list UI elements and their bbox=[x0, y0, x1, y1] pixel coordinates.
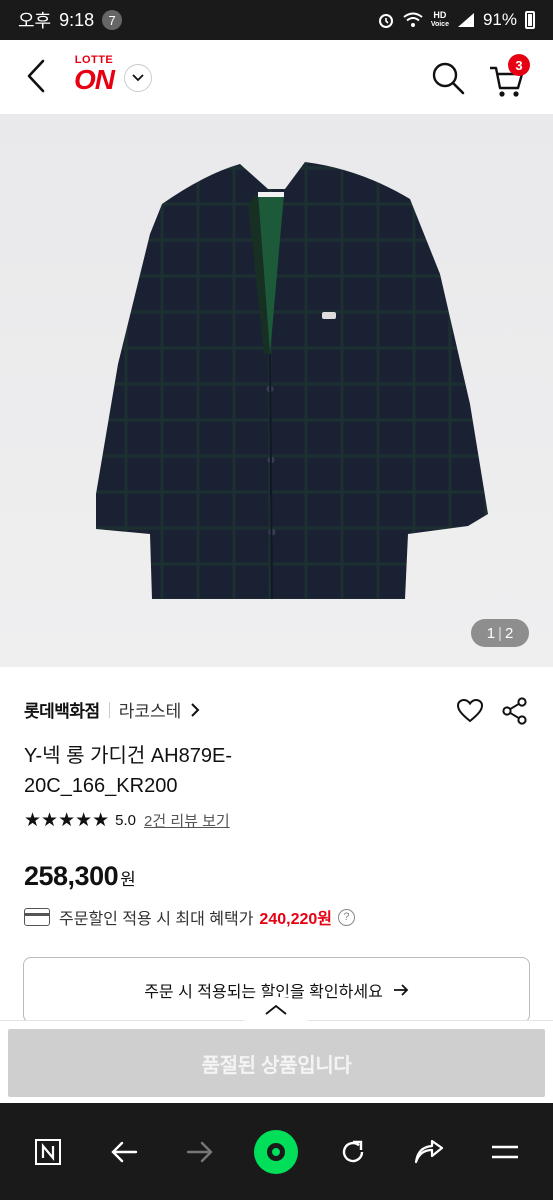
arrow-right-icon bbox=[187, 1141, 214, 1162]
cardigan-image bbox=[96, 162, 488, 600]
share-arrow-icon bbox=[414, 1139, 443, 1163]
price-row: 258,300 원 bbox=[24, 861, 136, 892]
naver-button[interactable] bbox=[26, 1130, 70, 1174]
cart-button[interactable]: 3 bbox=[488, 54, 532, 98]
lotte-on-logo[interactable]: LOTTE ON bbox=[68, 54, 120, 94]
search-icon bbox=[432, 62, 465, 95]
brand-row[interactable]: 롯데백화점 라코스테 bbox=[24, 697, 200, 722]
browser-share-button[interactable] bbox=[407, 1130, 451, 1174]
current-image-index: 1 bbox=[486, 624, 496, 642]
refresh-button[interactable] bbox=[331, 1130, 375, 1174]
signal-icon bbox=[457, 13, 474, 27]
battery-percent: 91% bbox=[482, 10, 517, 29]
image-page-indicator: 1 | 2 bbox=[471, 619, 529, 647]
arrow-left-icon bbox=[111, 1141, 138, 1162]
green-dot-icon bbox=[254, 1129, 299, 1174]
benefit-label: 주문할인 적용 시 최대 혜택가 bbox=[59, 911, 254, 928]
menu-button[interactable] bbox=[483, 1130, 527, 1174]
volte-indicator: HD Voice bbox=[430, 10, 449, 29]
back-button[interactable] bbox=[18, 58, 54, 94]
chevron-down-icon bbox=[132, 74, 144, 82]
hamburger-icon bbox=[491, 1145, 518, 1158]
wishlist-button[interactable] bbox=[456, 697, 484, 725]
wifi-icon bbox=[403, 12, 423, 27]
brand-divider bbox=[108, 701, 110, 718]
benefit-row: 주문할인 적용 시 최대 혜택가 240,220원 ? bbox=[24, 905, 355, 929]
rating-value: 5.0 bbox=[115, 812, 137, 829]
heart-icon bbox=[456, 698, 484, 723]
share-icon bbox=[502, 697, 527, 725]
browser-forward-button[interactable] bbox=[178, 1130, 222, 1174]
search-button[interactable] bbox=[430, 60, 466, 96]
brand-link[interactable]: 라코스테 bbox=[119, 697, 182, 722]
product-price: 258,300 bbox=[24, 861, 119, 891]
arrow-right-icon bbox=[393, 984, 409, 996]
chevron-up-icon bbox=[265, 1005, 287, 1015]
price-currency: 원 bbox=[120, 870, 136, 889]
star-rating-icon: ★★★★★ bbox=[24, 810, 110, 831]
chevron-right-icon bbox=[191, 702, 200, 717]
total-image-count: 2 bbox=[504, 624, 514, 642]
browser-home-button[interactable] bbox=[254, 1129, 299, 1174]
status-bar: 오후 9:18 7 HD Voice 91% bbox=[0, 0, 553, 40]
purchase-sheet: 품절된 상품입니다 bbox=[0, 997, 553, 1100]
naver-n-icon bbox=[35, 1138, 62, 1165]
clock: 9:18 bbox=[59, 9, 95, 30]
refresh-icon bbox=[342, 1140, 363, 1162]
index-separator: | bbox=[498, 624, 502, 642]
cart-count-badge: 3 bbox=[508, 54, 530, 76]
card-icon bbox=[24, 908, 50, 926]
product-title: Y-넥 롱 가디건 AH879E-20C_166_KR200 bbox=[24, 745, 232, 797]
browser-nav-bar bbox=[0, 1103, 553, 1200]
store-name: 롯데백화점 bbox=[24, 702, 100, 721]
soldout-button[interactable]: 품절된 상품입니다 bbox=[8, 1029, 545, 1097]
app-header: LOTTE ON 3 bbox=[0, 40, 553, 114]
notification-count: 7 bbox=[102, 10, 123, 30]
time-period: 오후 bbox=[18, 11, 52, 31]
product-image[interactable]: 1 | 2 bbox=[0, 114, 553, 667]
alarm-icon bbox=[378, 14, 393, 28]
chevron-left-icon bbox=[27, 59, 45, 93]
battery-icon bbox=[525, 11, 535, 29]
benefit-price: 240,220원 bbox=[259, 911, 332, 928]
info-icon[interactable]: ? bbox=[337, 908, 355, 926]
review-link[interactable]: 2건 리뷰 보기 bbox=[144, 810, 230, 831]
browser-back-button[interactable] bbox=[102, 1130, 146, 1174]
service-dropdown-button[interactable] bbox=[124, 64, 152, 92]
rating-row: ★★★★★ 5.0 2건 리뷰 보기 bbox=[24, 809, 230, 832]
share-button[interactable] bbox=[502, 697, 528, 725]
